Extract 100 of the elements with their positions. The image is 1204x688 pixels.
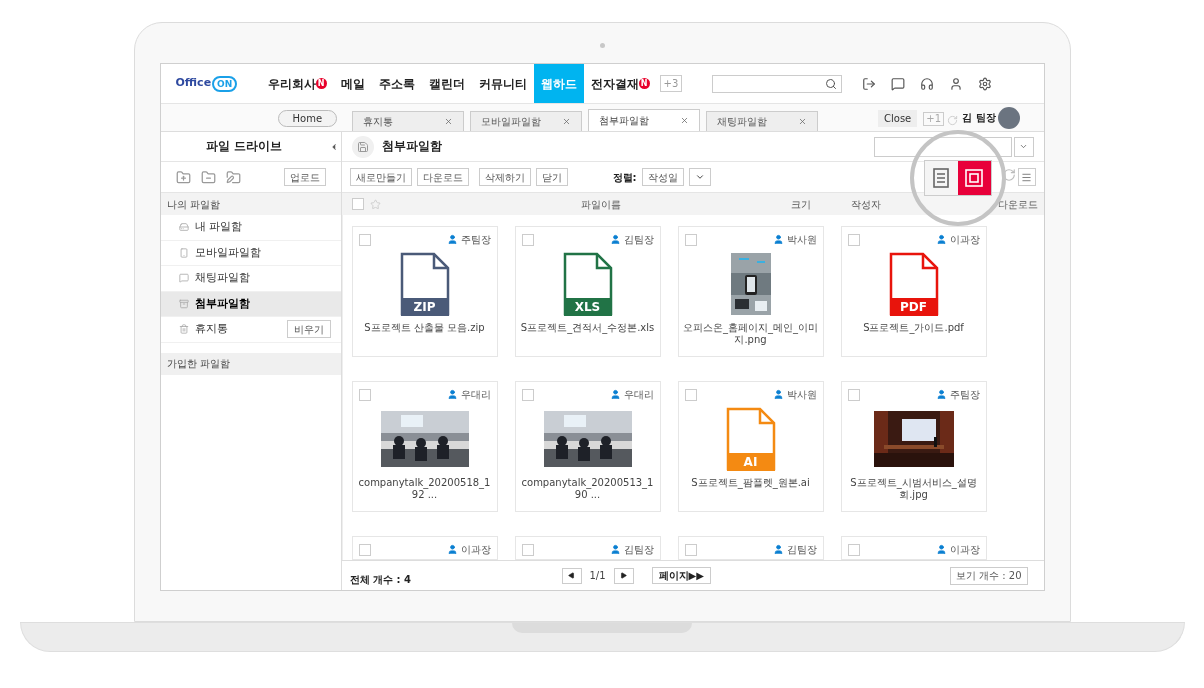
file-type-label: ZIP [400, 298, 449, 316]
checkbox[interactable] [684, 388, 697, 401]
file-name: 오피스온_홈페이지_메인_이미지.png [682, 322, 819, 346]
folder-edit-icon[interactable] [225, 169, 241, 185]
user-icon[interactable] [949, 76, 964, 91]
checkbox[interactable] [521, 233, 534, 246]
message-icon[interactable] [891, 76, 906, 91]
item-label: 휴지통 [194, 321, 228, 337]
prev-page-button[interactable] [561, 567, 582, 584]
file-name: S프로젝트_견적서_수정본.xls [519, 322, 656, 334]
file-card[interactable]: 김팀장 [514, 536, 661, 560]
save-icon [356, 140, 369, 153]
sort-select[interactable]: 작성일 [641, 168, 684, 186]
column-header[interactable]: 다운로드 [997, 196, 1038, 212]
person-icon [609, 544, 621, 555]
checkbox[interactable] [847, 543, 860, 556]
owner-name: 박사원 [786, 388, 817, 402]
tab[interactable]: 채팅파일함 [706, 111, 819, 131]
nav-item[interactable]: 커뮤니티 [471, 64, 534, 103]
column-header[interactable]: 파일이름 [580, 196, 621, 212]
item-label: 내 파일함 [194, 219, 242, 235]
nav-item[interactable]: 주소록 [371, 64, 422, 103]
person-icon [609, 389, 621, 400]
file-card[interactable]: 김팀장 [677, 536, 824, 560]
trash-icon [178, 324, 189, 335]
caret-icon [694, 172, 705, 182]
person-icon [609, 234, 621, 245]
file-card[interactable]: 박사원 AI S프로젝트_팜플렛_원본.ai [677, 381, 824, 512]
folder-add-icon[interactable] [175, 169, 191, 185]
file-name: S프로젝트_가이드.pdf [862, 322, 965, 334]
file-type-label: AI [726, 453, 775, 471]
avatar[interactable] [997, 107, 1020, 129]
file-card[interactable]: 이과장 PDF S프로젝트_가이드.pdf [840, 226, 987, 357]
person-icon [772, 544, 784, 555]
page-size-button[interactable]: 보기 개수 : 20 [949, 566, 1028, 585]
dropdown-button[interactable] [1013, 136, 1034, 157]
person-icon [446, 389, 458, 400]
new-badge: N [638, 78, 650, 89]
nav-item[interactable]: 캘린더 [421, 64, 472, 103]
logout-icon[interactable] [862, 76, 877, 91]
toolbar-button[interactable]: 닫기 [535, 168, 568, 186]
new-badge: N [315, 78, 327, 89]
close-icon[interactable] [444, 117, 454, 126]
file-card[interactable]: 우대리 companytalk_20200513_190 ... [514, 381, 661, 512]
nav-item[interactable]: 메일 [333, 64, 372, 103]
tab[interactable]: 모바일파일함 [470, 111, 583, 131]
checkbox[interactable] [351, 198, 364, 210]
checkbox[interactable] [358, 543, 371, 556]
list-view-button[interactable] [924, 161, 958, 195]
file-card[interactable]: 이과장 [840, 536, 987, 560]
checkbox[interactable] [521, 388, 534, 401]
checkbox[interactable] [684, 543, 697, 556]
logo-text[interactable]: Office [175, 75, 212, 92]
file-card[interactable]: 주팀장 ZIP S프로젝트 산출물 모음.zip [351, 226, 498, 357]
close-icon[interactable] [680, 116, 690, 125]
home-button[interactable]: Home [277, 110, 338, 127]
checkbox[interactable] [847, 233, 860, 246]
person-icon [935, 544, 947, 555]
upload-button[interactable]: 업로드 [283, 168, 326, 186]
sort-dropdown-button[interactable] [688, 168, 711, 186]
settings-icon[interactable] [978, 76, 993, 91]
user-name: 김 팀장 [962, 111, 996, 125]
grid-view-button[interactable] [957, 161, 991, 195]
sidebar-item[interactable]: 휴지통 비우기 [160, 317, 341, 343]
item-label: 모바일파일함 [194, 244, 261, 260]
sidebar-item[interactable]: 첨부파일함 [160, 291, 341, 317]
tab[interactable]: 휴지통 [352, 111, 465, 131]
checkbox[interactable] [521, 543, 534, 556]
file-card[interactable]: 김팀장 XLS S프로젝트_견적서_수정본.xls [514, 226, 661, 357]
menu-icon[interactable] [1021, 171, 1032, 183]
checkbox[interactable] [847, 388, 860, 401]
checkbox[interactable] [684, 233, 697, 246]
file-card[interactable]: 우대리 companytalk_20200518_192 ... [351, 381, 498, 512]
file-card[interactable]: 박사원 오피스온_홈페이지_메인_이미지.png [677, 226, 824, 357]
checkbox[interactable] [358, 388, 371, 401]
file-card[interactable]: 이과장 [351, 536, 498, 560]
folder-remove-icon[interactable] [200, 169, 216, 185]
empty-trash-button[interactable]: 비우기 [286, 320, 331, 339]
file-card[interactable]: 주팀장 S프로젝트_시범서비스_설명회.jpg [840, 381, 987, 512]
filter-field[interactable] [873, 136, 1012, 157]
right-triangle-icon [620, 572, 628, 579]
checkbox[interactable] [358, 233, 371, 246]
star-icon[interactable] [369, 198, 381, 210]
phone-icon [178, 247, 189, 258]
close-button[interactable]: Close [878, 110, 918, 127]
toolbar-button[interactable]: 새로만들기 [349, 168, 412, 186]
toolbar-button[interactable]: 다운로드 [416, 168, 469, 186]
search-field[interactable] [712, 74, 843, 93]
column-header[interactable]: 크기 [790, 196, 811, 212]
page-jump-button[interactable]: 페이지▶▶ [651, 567, 711, 584]
close-icon[interactable] [798, 117, 808, 126]
refresh-icon[interactable] [947, 115, 959, 126]
file-type-label: PDF [889, 298, 938, 316]
grid-icon [965, 169, 983, 187]
close-icon[interactable] [562, 117, 572, 126]
headset-icon[interactable] [920, 76, 935, 91]
toolbar-button[interactable]: 삭제하기 [478, 168, 531, 186]
next-page-button[interactable] [613, 567, 634, 584]
tab[interactable]: 첨부파일함 [588, 109, 701, 131]
column-header[interactable]: 작성자 [850, 196, 881, 212]
